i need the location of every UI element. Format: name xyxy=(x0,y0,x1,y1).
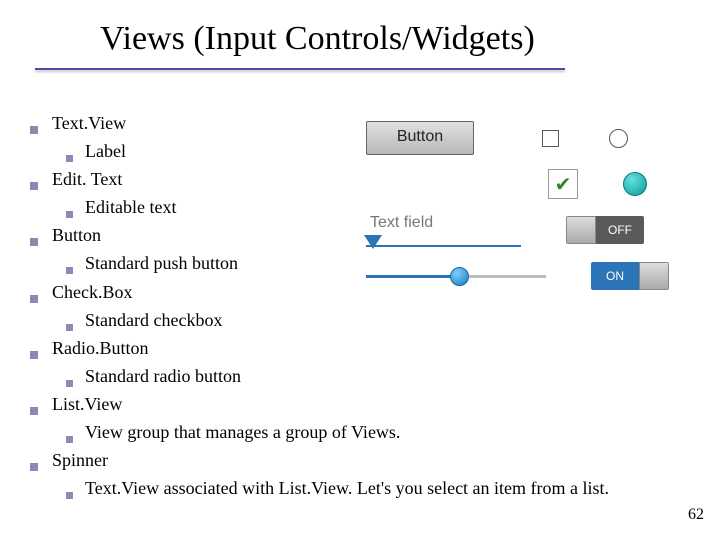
list-item-label: List.View xyxy=(52,391,122,417)
widget-row: Text field OFF xyxy=(360,212,680,248)
radio-checked-icon[interactable] xyxy=(623,172,647,196)
bullet-icon xyxy=(66,211,73,218)
bullet-icon xyxy=(66,380,73,387)
demo-text-field[interactable]: Text field xyxy=(366,213,521,247)
widget-row: ✔ xyxy=(360,166,680,202)
title-underline xyxy=(35,68,565,70)
bullet-icon xyxy=(30,407,38,415)
list-item-label: Text.View xyxy=(52,110,126,136)
list-item-label: Label xyxy=(85,138,126,164)
list-item: Text.View associated with List.View. Let… xyxy=(66,475,690,501)
page-number: 62 xyxy=(688,506,704,524)
list-item-label: Standard push button xyxy=(85,250,238,276)
toggle-on[interactable]: ON xyxy=(591,262,669,290)
list-item: View group that manages a group of Views… xyxy=(66,419,690,445)
bullet-icon xyxy=(66,436,73,443)
toggle-handle xyxy=(566,216,596,244)
list-item-label: Standard radio button xyxy=(85,363,241,389)
checkbox-unchecked-icon[interactable] xyxy=(542,130,559,147)
toggle-label: ON xyxy=(591,262,639,290)
bullet-icon xyxy=(30,238,38,246)
list-item: List.View xyxy=(30,391,690,417)
textfield-placeholder: Text field xyxy=(370,214,433,232)
list-item: Spinner xyxy=(30,447,690,473)
list-item: Standard radio button xyxy=(66,363,690,389)
bullet-icon xyxy=(30,126,38,134)
check-icon: ✔ xyxy=(555,172,572,197)
list-item-label: Check.Box xyxy=(52,279,133,305)
widget-row: Button xyxy=(360,120,680,156)
widget-preview: Button ✔ Text field OFF xyxy=(360,120,680,304)
toggle-label: OFF xyxy=(596,216,644,244)
toggle-off[interactable]: OFF xyxy=(566,216,644,244)
list-item: Radio.Button xyxy=(30,335,690,361)
list-item-label: Edit. Text xyxy=(52,166,122,192)
bullet-icon xyxy=(66,155,73,162)
bullet-icon xyxy=(30,295,38,303)
bullet-icon xyxy=(66,267,73,274)
list-item-label: Standard checkbox xyxy=(85,307,222,333)
list-item-label: Spinner xyxy=(52,447,108,473)
bullet-icon xyxy=(30,463,38,471)
list-item: Standard checkbox xyxy=(66,307,690,333)
slide: Views (Input Controls/Widgets) Text.View… xyxy=(0,0,720,540)
bullet-icon xyxy=(66,324,73,331)
seekbar-fill xyxy=(366,275,458,278)
list-item-label: Radio.Button xyxy=(52,335,149,361)
seekbar-thumb-icon xyxy=(450,267,469,286)
list-item-label: Text.View associated with List.View. Let… xyxy=(85,475,609,501)
bullet-icon xyxy=(30,182,38,190)
demo-seekbar[interactable] xyxy=(366,264,546,288)
checkbox-checked-icon[interactable]: ✔ xyxy=(548,169,578,199)
toggle-handle xyxy=(639,262,669,290)
bullet-icon xyxy=(30,351,38,359)
bullet-icon xyxy=(66,492,73,499)
radio-unchecked-icon[interactable] xyxy=(609,129,628,148)
widget-row: ON xyxy=(360,258,680,294)
list-item-label: Button xyxy=(52,222,101,248)
textfield-underline xyxy=(366,245,521,247)
list-item-label: Editable text xyxy=(85,194,176,220)
slide-title: Views (Input Controls/Widgets) xyxy=(100,20,535,58)
textfield-caret-icon xyxy=(364,235,382,249)
list-item-label: View group that manages a group of Views… xyxy=(85,419,400,445)
demo-button[interactable]: Button xyxy=(366,121,474,155)
